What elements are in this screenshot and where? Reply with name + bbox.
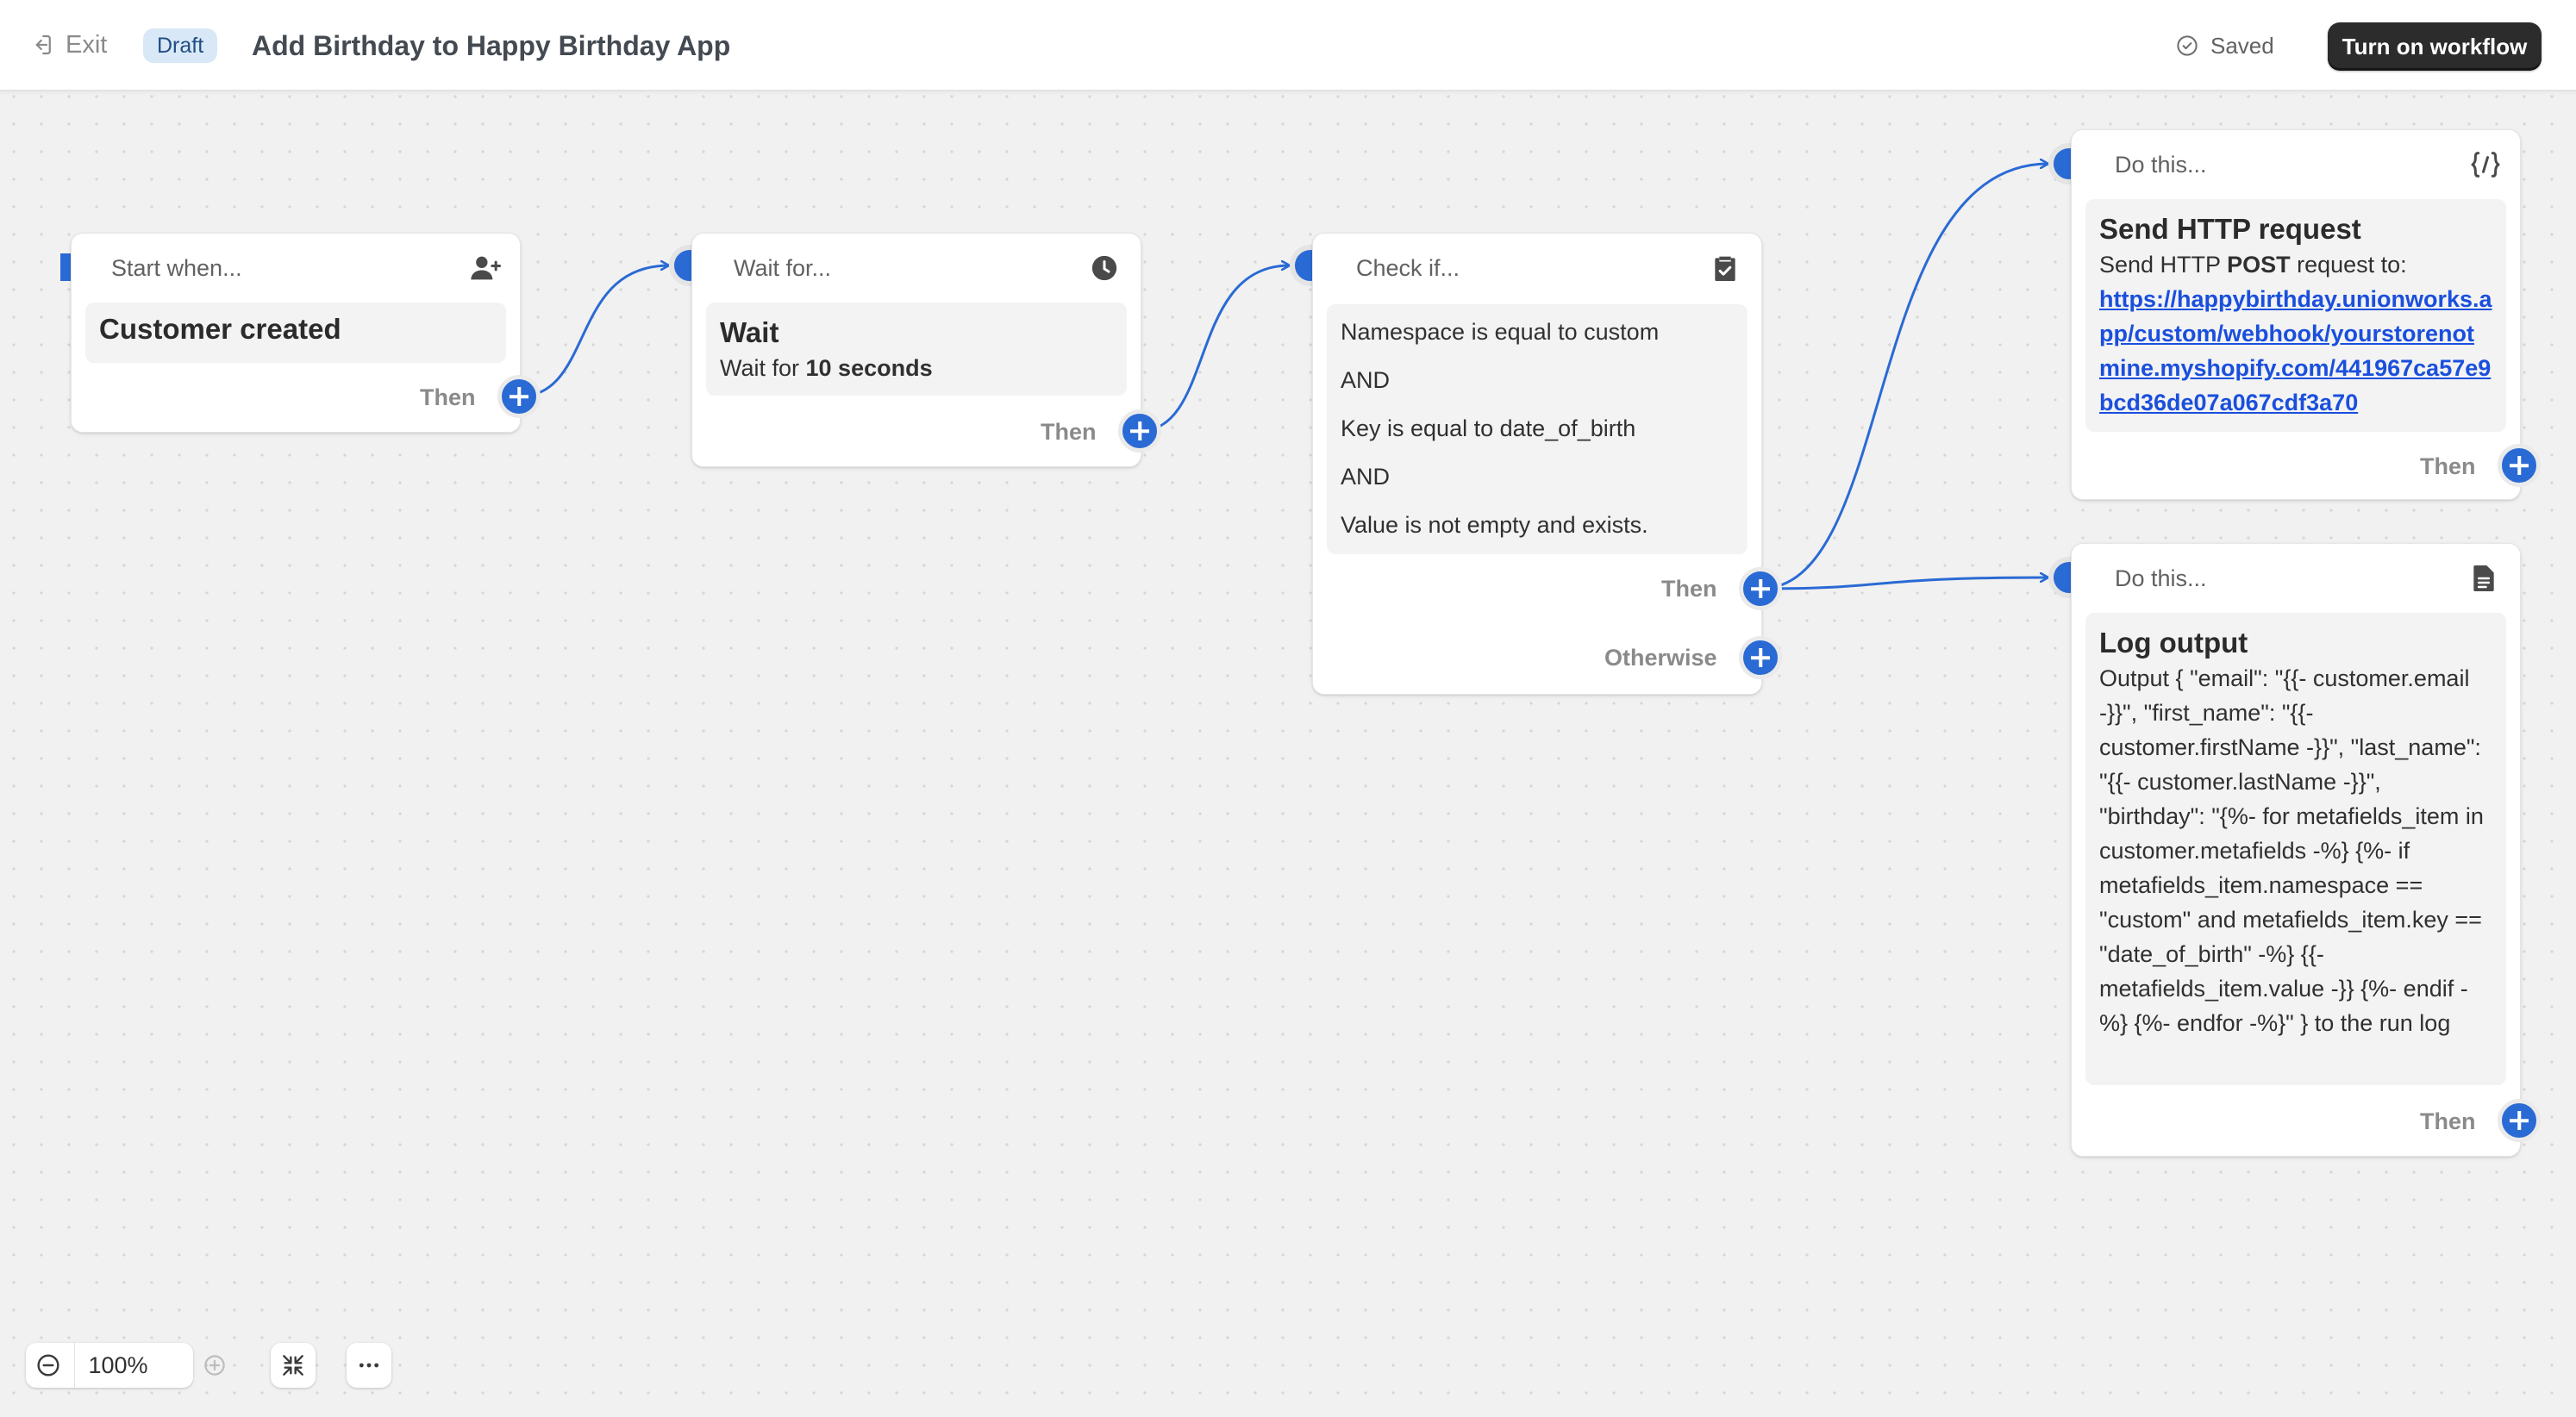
condition-otherwise-label: Otherwise (1604, 645, 1717, 671)
log-action-card[interactable]: Do this... Log output Output { "email": … (2071, 543, 2521, 1157)
code-icon (2471, 152, 2500, 178)
turn-on-workflow-button[interactable]: Turn on workflow (2328, 22, 2542, 71)
condition-rule: Value is not empty and exists. (1341, 512, 1648, 538)
trigger-header-label: Start when... (111, 255, 242, 281)
condition-operator: AND (1341, 464, 1391, 490)
http-action-then-label: Then (2420, 453, 2476, 479)
condition-rule: Namespace is equal to custom (1341, 319, 1660, 345)
http-action-title: Send HTTP request (2099, 213, 2361, 245)
connector-wait-to-condition (1139, 265, 1290, 433)
http-action-card[interactable]: Do this... Send HTTP request Send HTTP P… (2071, 129, 2521, 500)
zoom-control: 100% (26, 1343, 193, 1388)
trigger-card[interactable]: Start when... Customer created Then (71, 233, 521, 433)
exit-label: Exit (66, 30, 108, 59)
log-action-title: Log output (2099, 627, 2248, 659)
clock-icon (1091, 255, 1117, 281)
trigger-summary: Customer created (85, 303, 506, 363)
exit-button[interactable]: Exit (29, 28, 107, 62)
connector-condition-to-http (1760, 164, 2048, 590)
http-action-description: Send HTTP POST request to: (2099, 247, 2492, 282)
fit-to-screen-button[interactable] (271, 1343, 316, 1388)
more-options-button[interactable] (347, 1343, 391, 1388)
top-bar: Exit Draft Add Birthday to Happy Birthda… (0, 0, 2576, 91)
wait-then-label: Then (1041, 419, 1097, 445)
condition-rule: Key is equal to date_of_birth (1341, 415, 1636, 441)
more-horizontal-icon (359, 1363, 379, 1368)
log-action-summary: Log output Output { "email": "{{- custom… (2085, 613, 2506, 1085)
trigger-title: Customer created (99, 313, 341, 345)
page-title: Add Birthday to Happy Birthday App (252, 30, 731, 61)
connector-trigger-to-wait (518, 265, 669, 398)
wait-title: Wait (720, 316, 779, 348)
zoom-out-icon[interactable] (34, 1351, 62, 1379)
collapse-arrows-icon (283, 1355, 303, 1376)
check-circle-icon (2177, 35, 2198, 56)
clipboard-check-icon (1715, 256, 1735, 281)
http-method: POST (2227, 252, 2291, 278)
saved-status: Saved (2174, 29, 2274, 62)
condition-then-label: Then (1661, 576, 1717, 602)
condition-card[interactable]: Check if... Namespace is equal to custom… (1312, 233, 1762, 695)
document-icon (2473, 565, 2494, 591)
condition-then-add-button[interactable] (1739, 567, 1782, 610)
http-text-suffix: request to: (2290, 252, 2407, 278)
saved-label: Saved (2210, 32, 2274, 59)
http-action-summary: Send HTTP request Send HTTP POST request… (2085, 199, 2506, 432)
condition-otherwise-add-button[interactable] (1739, 636, 1782, 679)
wait-summary: Wait Wait for 10 seconds (706, 303, 1127, 396)
exit-icon (35, 34, 51, 55)
http-url-link[interactable]: https://happybirthday.unionworks.app/cus… (2099, 282, 2492, 420)
condition-header-label: Check if... (1356, 255, 1460, 281)
zoom-in-icon[interactable] (202, 1352, 228, 1378)
connector-condition-to-log (1760, 577, 2048, 590)
wait-description: Wait for 10 seconds (720, 351, 1113, 385)
person-add-icon (471, 256, 501, 280)
log-action-output: Output { "email": "{{- customer.email -}… (2099, 665, 2484, 1036)
trigger-then-label: Then (420, 384, 476, 410)
log-action-then-label: Then (2420, 1108, 2476, 1134)
status-badge: Draft (143, 28, 218, 63)
wait-then-add-button[interactable] (1118, 409, 1161, 453)
log-action-header-label: Do this... (2115, 565, 2207, 591)
wait-text-prefix: Wait for (720, 355, 806, 381)
wait-card[interactable]: Wait for... Wait Wait for 10 seconds The… (691, 233, 1141, 467)
wait-header-label: Wait for... (734, 255, 832, 281)
http-action-header-label: Do this... (2115, 152, 2207, 178)
condition-rules: Namespace is equal to custom AND Key is … (1327, 304, 1748, 554)
trigger-then-add-button[interactable] (497, 375, 541, 418)
condition-operator: AND (1341, 367, 1391, 393)
http-action-then-add-button[interactable] (2498, 444, 2541, 487)
log-action-then-add-button[interactable] (2498, 1099, 2541, 1142)
zoom-level[interactable]: 100% (74, 1343, 161, 1388)
wait-duration: 10 seconds (805, 355, 933, 381)
http-text-prefix: Send HTTP (2099, 252, 2228, 278)
